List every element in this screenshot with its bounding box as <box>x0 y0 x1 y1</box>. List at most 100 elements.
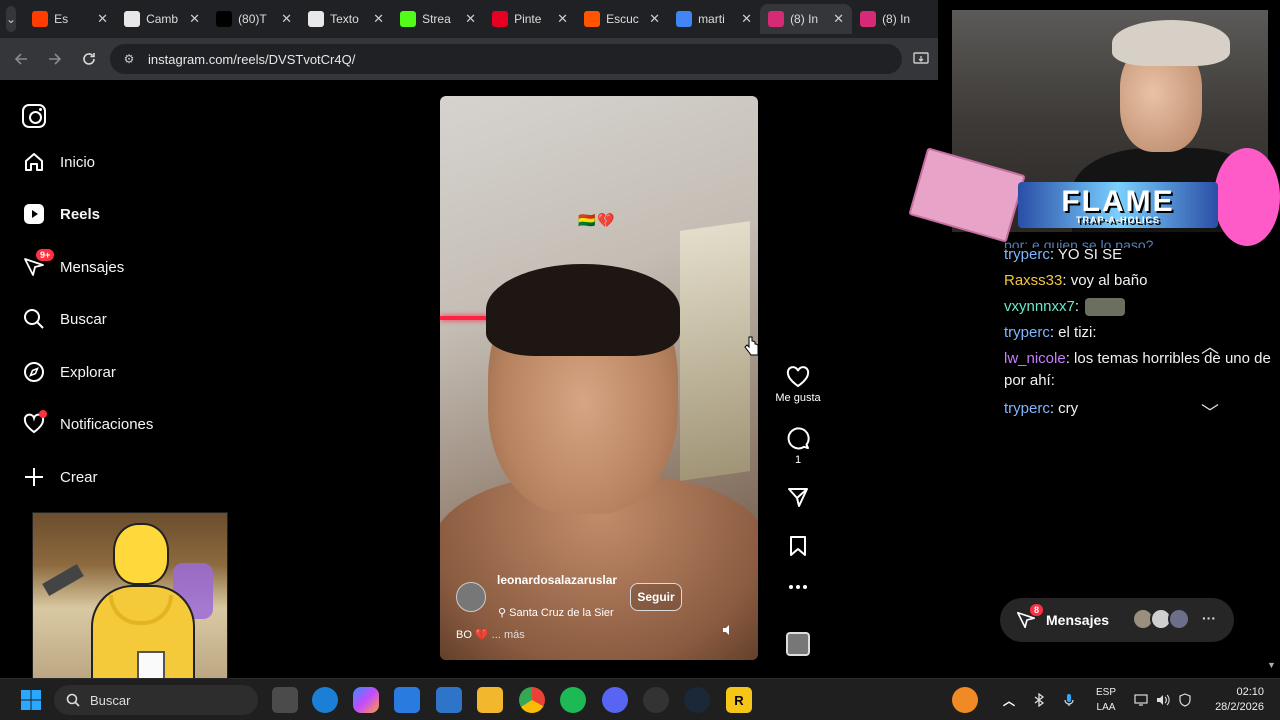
tab-0[interactable]: Es ✕ <box>24 4 116 34</box>
taskbar-clock[interactable]: 02:10 28/2/2026 <box>1208 685 1264 715</box>
windows-start-icon[interactable] <box>18 687 44 713</box>
sidebar-item-buscar[interactable]: Buscar <box>22 304 107 334</box>
share-button[interactable] <box>768 486 828 508</box>
sidebar-item-label: Notificaciones <box>60 415 154 433</box>
author-username[interactable]: leonardosalazaruslar <box>497 572 619 588</box>
outlook-icon[interactable] <box>436 687 462 713</box>
chatgpt-icon <box>308 11 325 27</box>
more-link[interactable]: ... más <box>492 629 525 641</box>
follow-button[interactable]: Seguir <box>630 583 682 611</box>
close-icon[interactable]: ✕ <box>741 11 752 27</box>
messages-pill[interactable]: 8 Mensajes ··· <box>1000 598 1234 642</box>
instagram-logo-icon[interactable] <box>22 104 46 128</box>
tab-6[interactable]: Escuc ✕ <box>576 4 668 34</box>
pink-figure-sticker <box>1214 148 1280 246</box>
tab-4[interactable]: Strea ✕ <box>392 4 484 34</box>
like-button[interactable]: Me gusta <box>768 366 828 404</box>
steam-icon[interactable] <box>684 687 710 713</box>
tab-9[interactable]: (8) In <box>852 4 944 34</box>
obs-icon[interactable] <box>643 687 669 713</box>
youtube-studio-icon <box>32 11 49 27</box>
tab-3[interactable]: Texto ✕ <box>300 4 392 34</box>
roblox-icon[interactable]: R <box>726 687 752 713</box>
close-icon[interactable]: ✕ <box>281 11 292 27</box>
reel-video[interactable]: 🇧🇴💔 leonardosalazaruslar ⚲ Santa Cruz de… <box>440 96 758 660</box>
edge-icon[interactable] <box>312 687 338 713</box>
close-icon[interactable]: ✕ <box>557 11 568 27</box>
chevron-up-icon[interactable]: ︿ <box>996 687 1022 713</box>
chat-username[interactable]: lw_nicole <box>1004 350 1066 367</box>
chrome-icon[interactable] <box>519 687 545 713</box>
reel-caption[interactable]: BO 💔 ... más <box>456 628 525 641</box>
tab-2[interactable]: (80)T ✕ <box>208 4 300 34</box>
notification-dot <box>39 410 47 418</box>
install-app-icon[interactable] <box>910 48 932 70</box>
chat-username[interactable]: Raxss33 <box>1004 272 1062 289</box>
pinterest-icon <box>492 11 509 27</box>
sidebar-item-reels[interactable]: Reels <box>22 199 100 229</box>
tiktok-icon <box>216 11 233 27</box>
chat-username[interactable]: vxynnnxx7 <box>1004 298 1075 315</box>
task-view-icon[interactable] <box>272 687 298 713</box>
store-icon[interactable] <box>394 687 420 713</box>
close-icon[interactable]: ✕ <box>465 11 476 27</box>
copilot-icon[interactable] <box>353 687 379 713</box>
close-icon[interactable]: ✕ <box>97 11 108 27</box>
sidebar-item-notificaciones[interactable]: Notificaciones <box>22 409 153 439</box>
close-icon[interactable]: ✕ <box>373 11 384 27</box>
sidebar-item-explorar[interactable]: Explorar <box>22 357 116 387</box>
tab-8[interactable]: (8) In ✕ <box>760 4 853 34</box>
chat-username[interactable]: tryperc <box>1004 324 1050 341</box>
close-icon[interactable]: ✕ <box>649 11 660 27</box>
tab-1[interactable]: Camb ✕ <box>116 4 208 34</box>
chat-text: : el tizi: <box>1049 324 1097 341</box>
tab-label: Strea <box>422 12 451 26</box>
save-button[interactable] <box>768 535 828 557</box>
caption-text: BO 💔 <box>456 629 489 641</box>
tab-label: Escuc <box>606 12 639 26</box>
chevron-up-icon[interactable]: ︿ <box>1184 330 1236 362</box>
back-button[interactable] <box>8 46 34 72</box>
spotify-icon[interactable] <box>560 687 586 713</box>
site-info-icon[interactable]: ⚙ <box>120 50 138 68</box>
sidebar-item-inicio[interactable]: Inicio <box>22 147 95 177</box>
tab-search-button[interactable]: ⌄ <box>6 6 17 32</box>
bluetooth-icon[interactable] <box>1026 687 1052 713</box>
address-bar[interactable]: ⚙ instagram.com/reels/DVSTvotCr4Q/ <box>110 44 902 74</box>
chevron-down-icon[interactable]: ﹀ <box>1184 396 1236 428</box>
tab-label: (8) In <box>790 12 819 26</box>
language-indicator[interactable]: ESP LAA <box>1094 685 1118 715</box>
chat-username[interactable]: tryperc <box>1004 246 1050 263</box>
discord-icon[interactable] <box>602 687 628 713</box>
scroll-down-arrow-icon[interactable]: ▼ <box>1267 660 1276 670</box>
close-icon[interactable]: ✕ <box>833 11 844 27</box>
taskbar-search[interactable]: Buscar <box>54 685 258 715</box>
homer-head-shape <box>113 523 169 585</box>
comment-button[interactable]: 1 <box>768 426 828 466</box>
url-text: instagram.com/reels/DVSTvotCr4Q/ <box>148 51 356 67</box>
author-avatar[interactable] <box>456 582 486 612</box>
sidebar-item-crear[interactable]: Crear <box>22 462 98 492</box>
microphone-icon[interactable] <box>1056 687 1082 713</box>
sidebar-item-label: Crear <box>60 468 98 486</box>
close-icon[interactable]: ✕ <box>189 11 200 27</box>
weather-icon[interactable] <box>952 687 978 713</box>
shield-icon[interactable] <box>1172 687 1198 713</box>
speaker-icon[interactable] <box>722 624 736 638</box>
gun-shape <box>42 563 84 597</box>
tab-7[interactable]: marti ✕ <box>668 4 760 34</box>
file-explorer-icon[interactable] <box>477 687 503 713</box>
tab-5[interactable]: Pinte ✕ <box>484 4 576 34</box>
chat-username[interactable]: tryperc <box>1004 400 1050 417</box>
sidebar-item-label: Explorar <box>60 363 116 381</box>
search-icon <box>66 693 80 707</box>
sidebar-item-mensajes[interactable]: 9+ Mensajes <box>22 249 124 282</box>
reload-button[interactable] <box>76 46 102 72</box>
more-options-button[interactable] <box>768 584 828 590</box>
forward-button[interactable] <box>42 46 68 72</box>
audio-thumbnail[interactable] <box>786 632 810 656</box>
reel-location[interactable]: ⚲ Santa Cruz de la Sier <box>498 606 618 619</box>
clock-time: 02:10 <box>1236 686 1264 698</box>
tab-label: Camb <box>146 12 179 26</box>
hand-cursor-icon <box>744 336 759 356</box>
